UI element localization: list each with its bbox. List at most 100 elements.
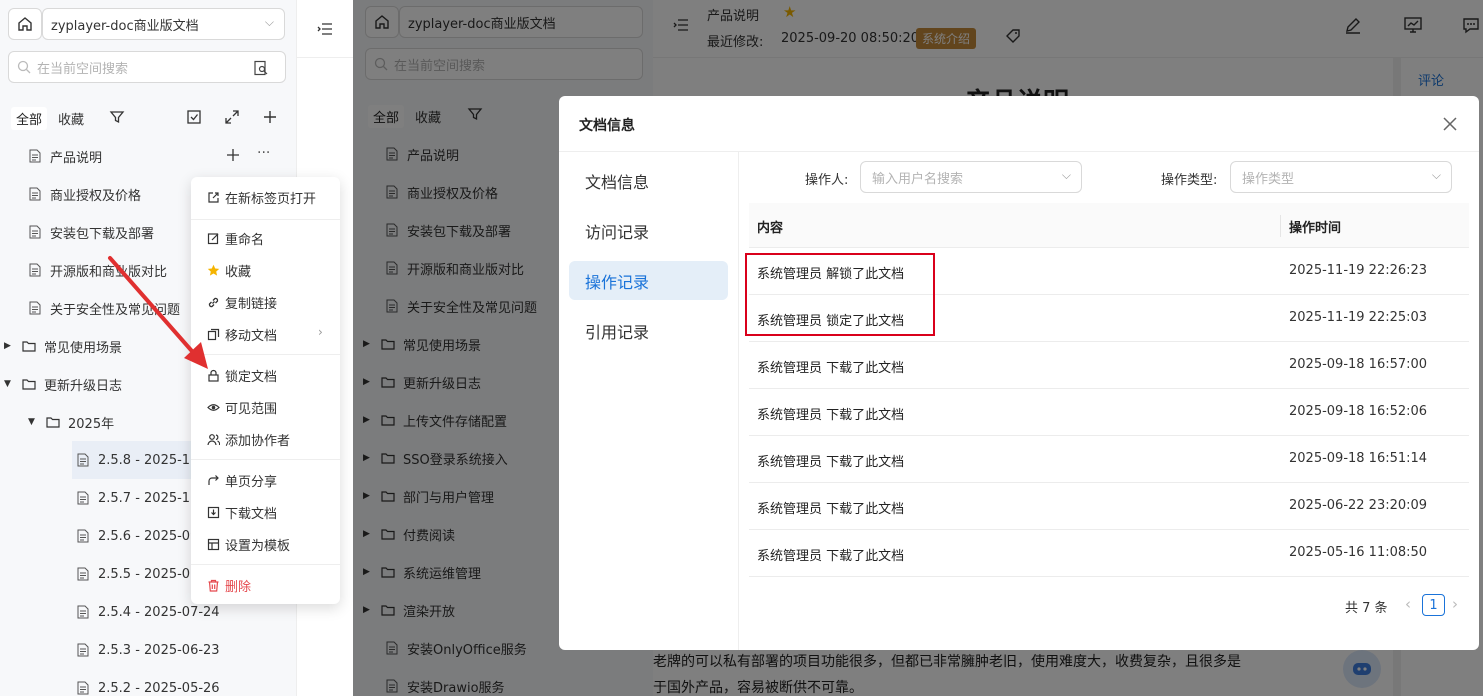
- tab-reference-log[interactable]: 引用记录: [569, 311, 728, 350]
- tree-item-label: 2025年: [68, 416, 115, 432]
- operator-input[interactable]: 输入用户名搜索 ⌵: [860, 161, 1082, 193]
- tree-item-label: 安装包下载及部署: [50, 226, 155, 242]
- expand-icon[interactable]: [224, 109, 240, 125]
- eye-icon: [205, 401, 221, 414]
- prev-page-icon[interactable]: ‹: [1405, 595, 1411, 613]
- tree-item-doc[interactable]: 产品说明: [24, 137, 102, 175]
- menu-label: 重命名: [225, 232, 265, 248]
- divider: [297, 57, 353, 58]
- menu-open-new-tab[interactable]: 在新标签页打开: [205, 187, 316, 207]
- menu-visibility[interactable]: 可见范围: [205, 397, 277, 417]
- menu-download-doc[interactable]: 下载文档: [205, 502, 277, 522]
- menu-label: 锁定文档: [225, 369, 278, 385]
- checkbox-icon[interactable]: [186, 109, 202, 125]
- space-selector[interactable]: zyplayer-doc商业版文档 ⌵: [42, 8, 285, 40]
- add-icon[interactable]: [262, 109, 278, 125]
- folder-icon: [42, 416, 64, 428]
- search-placeholder: 在当前空间搜索: [37, 61, 129, 77]
- tree-item-doc[interactable]: 2.5.6 - 2025-09-: [72, 517, 203, 555]
- menu-set-template[interactable]: 设置为模板: [205, 534, 290, 554]
- menu-divider: [191, 459, 340, 460]
- chevron-down-icon: ⌵: [264, 15, 274, 29]
- home-icon[interactable]: [8, 8, 42, 40]
- table-row: 系统管理员 下载了此文档 2025-09-18 16:57:00: [749, 342, 1469, 389]
- tree-item-label: 产品说明: [50, 150, 103, 166]
- caret-down-icon[interactable]: ▼: [4, 379, 18, 389]
- more-icon[interactable]: ···: [257, 145, 270, 161]
- operator-label: 操作人:: [805, 173, 849, 188]
- chevron-down-icon: ⌵: [1431, 168, 1441, 182]
- share-icon: [205, 474, 221, 487]
- row-time: 2025-11-19 22:25:03: [1289, 310, 1428, 325]
- menu-label: 单页分享: [225, 474, 278, 490]
- menu-label: 设置为模板: [225, 538, 291, 554]
- tree-item-doc[interactable]: 2.5.7 - 2025-10-: [72, 479, 203, 517]
- menu-label: 下载文档: [225, 506, 278, 522]
- menu-label: 移动文档: [225, 328, 278, 344]
- context-menu: 在新标签页打开 重命名 收藏 复制链接 移动文档 › 锁定文档 可见范围 添加协…: [191, 177, 340, 604]
- row-time: 2025-05-16 11:08:50: [1289, 545, 1428, 560]
- tree-item-label: 2.5.4 - 2025-07-24: [98, 604, 220, 620]
- tree-item-doc[interactable]: 2.5.2 - 2025-05-26: [72, 669, 220, 696]
- menu-rename[interactable]: 重命名: [205, 228, 264, 248]
- tree-item-doc[interactable]: 2.5.5 - 2025-08-: [72, 555, 203, 593]
- search-input[interactable]: 在当前空间搜索: [8, 51, 286, 83]
- tree-item-label: 2.5.3 - 2025-06-23: [98, 642, 220, 658]
- template-icon: [205, 538, 221, 551]
- tree-item-doc[interactable]: 2.5.3 - 2025-06-23: [72, 631, 220, 669]
- doc-info-dialog: 文档信息 文档信息 访问记录 操作记录 引用记录 操作人: 输入用户名搜索 ⌵ …: [559, 96, 1479, 650]
- table-row: 系统管理员 下载了此文档 2025-09-18 16:51:14: [749, 436, 1469, 483]
- row-time: 2025-06-22 23:20:09: [1289, 498, 1428, 513]
- filter-fav-tab[interactable]: 收藏: [53, 107, 89, 130]
- tab-access-log[interactable]: 访问记录: [569, 211, 728, 250]
- filter-all-tab[interactable]: 全部: [11, 107, 48, 130]
- add-child-icon[interactable]: [226, 148, 240, 162]
- menu-add-collaborator[interactable]: 添加协作者: [205, 429, 290, 449]
- table-row: 系统管理员 下载了此文档 2025-09-18 16:52:06: [749, 389, 1469, 436]
- dialog-title: 文档信息: [579, 118, 635, 134]
- caret-down-icon[interactable]: ▼: [28, 417, 42, 427]
- doc-search-icon[interactable]: [253, 60, 269, 76]
- document-icon: [72, 643, 94, 657]
- space-name: zyplayer-doc商业版文档: [51, 18, 199, 34]
- tree-item-doc[interactable]: 商业授权及价格: [24, 175, 141, 213]
- tree-item-folder[interactable]: ▼ 2025年: [28, 403, 114, 441]
- row-time: 2025-11-19 22:26:23: [1289, 263, 1428, 278]
- tree-item-label: 2.5.6 - 2025-09-: [98, 528, 204, 544]
- menu-divider: [191, 219, 340, 220]
- row-time: 2025-09-18 16:52:06: [1289, 404, 1428, 419]
- next-page-icon[interactable]: ›: [1452, 595, 1458, 613]
- menu-share-page[interactable]: 单页分享: [205, 470, 277, 490]
- tree-item-label: 2.5.5 - 2025-08-: [98, 566, 204, 582]
- tab-operation-log[interactable]: 操作记录: [569, 261, 728, 300]
- col-content: 内容: [757, 221, 784, 236]
- users-icon: [205, 433, 221, 446]
- op-type-select[interactable]: 操作类型 ⌵: [1230, 161, 1452, 193]
- folder-icon: [18, 378, 40, 390]
- edit-icon: [205, 232, 221, 245]
- row-content: 系统管理员 下载了此文档: [757, 361, 905, 376]
- tree-item-doc[interactable]: 安装包下载及部署: [24, 213, 154, 251]
- row-content: 系统管理员 下载了此文档: [757, 408, 905, 423]
- table-header: 内容 操作时间: [749, 203, 1469, 248]
- tree-item-label: 2.5.8 - 2025-11-: [98, 452, 204, 468]
- row-time: 2025-09-18 16:57:00: [1289, 357, 1428, 372]
- operator-placeholder: 输入用户名搜索: [872, 171, 964, 187]
- menu-label: 添加协作者: [225, 433, 291, 449]
- document-icon: [72, 529, 94, 543]
- page-1-button[interactable]: 1: [1422, 594, 1445, 616]
- document-icon: [24, 149, 46, 163]
- menu-fold-icon[interactable]: [317, 22, 333, 36]
- folder-icon: [18, 340, 40, 352]
- chevron-down-icon: ⌵: [1061, 168, 1071, 182]
- menu-label: 在新标签页打开: [225, 191, 317, 207]
- document-icon: [72, 491, 94, 505]
- annotation-arrow: [108, 256, 208, 369]
- tab-doc-info[interactable]: 文档信息: [569, 161, 728, 200]
- document-icon: [72, 453, 94, 467]
- filter-icon[interactable]: [109, 109, 125, 125]
- caret-right-icon[interactable]: ▶: [4, 341, 18, 351]
- close-icon[interactable]: [1443, 117, 1457, 131]
- document-icon: [72, 605, 94, 619]
- menu-delete[interactable]: 删除: [205, 575, 251, 595]
